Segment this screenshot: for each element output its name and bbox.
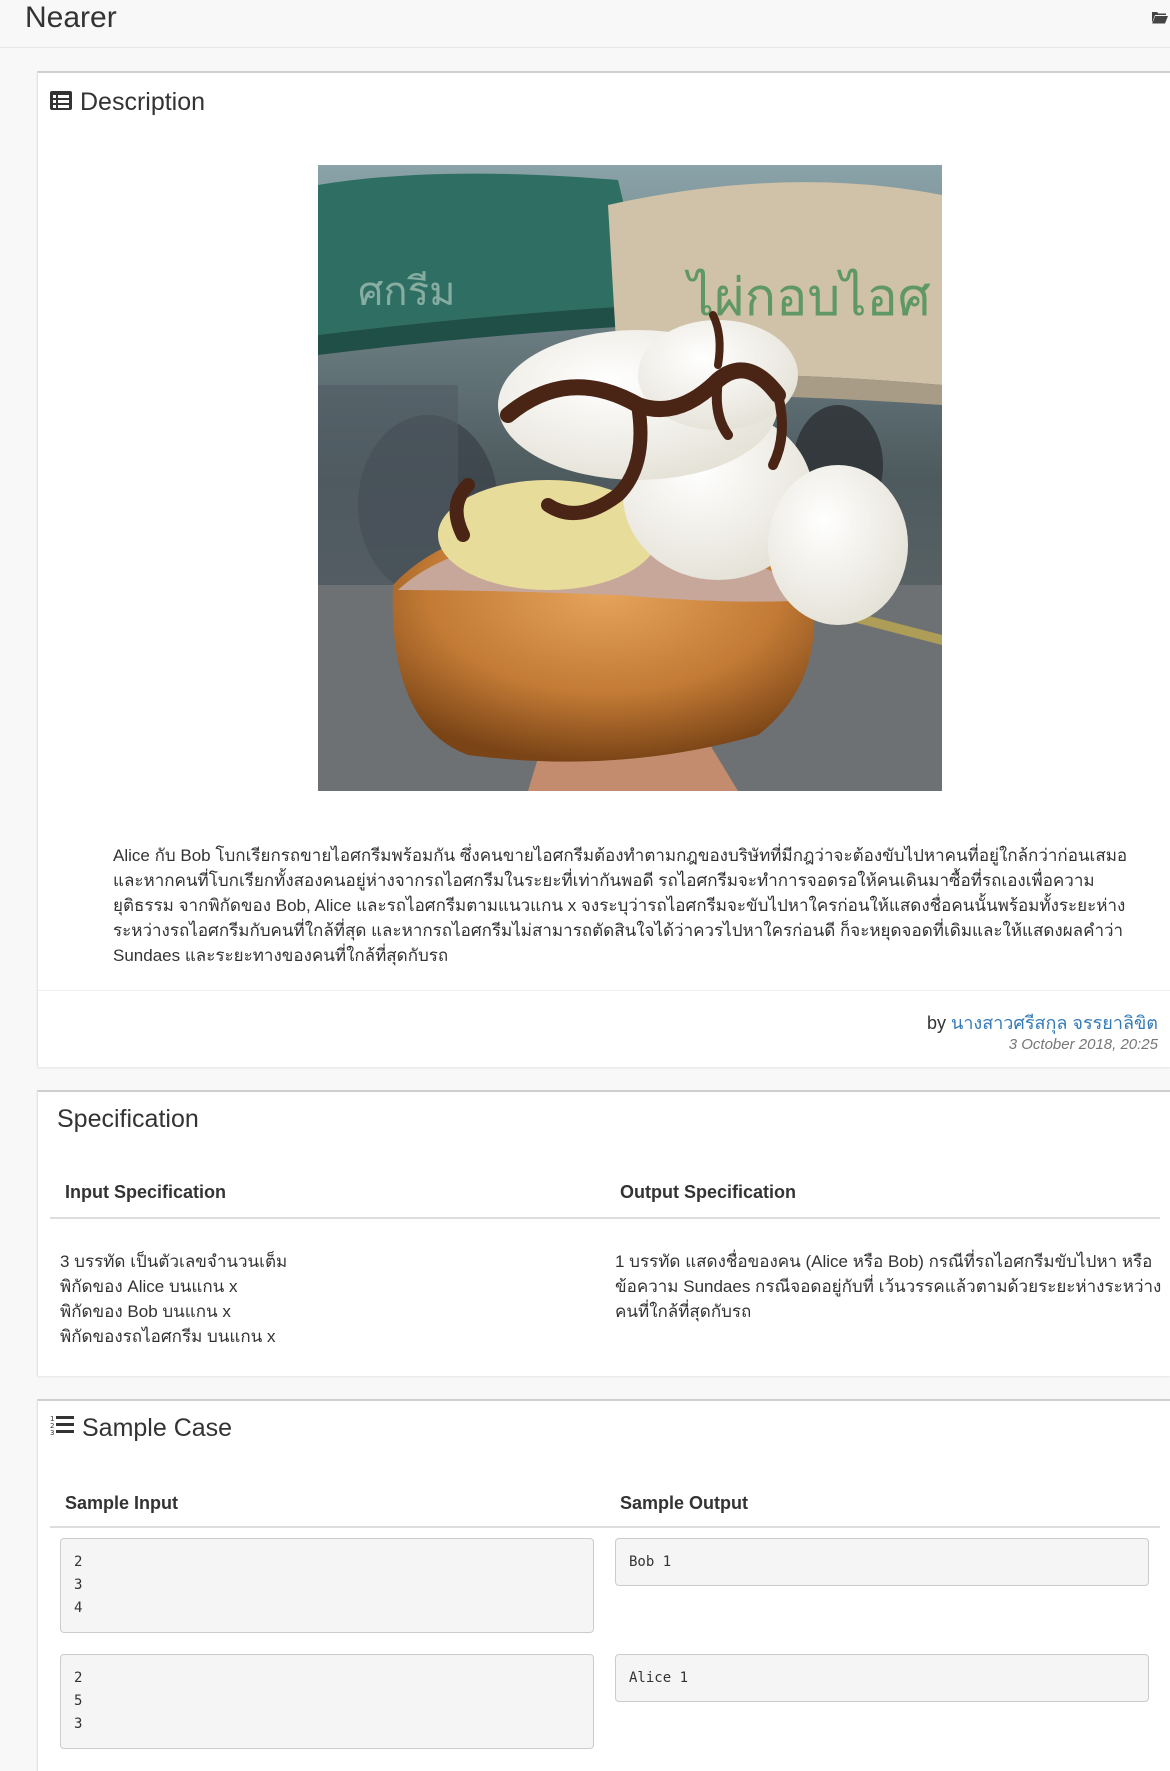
sample-case-panel: 1 2 3 Sample Case Sample Input Sample Ou… [37, 1399, 1170, 1771]
author-byline: by นางสาวศรีสกุล จรรยาลิขิต [927, 1008, 1158, 1037]
sample-input-line: 3 [74, 1577, 83, 1593]
top-bar: Nearer [0, 0, 1170, 48]
sample-output-line: Bob 1 [629, 1554, 672, 1570]
by-label: by [926, 1013, 946, 1033]
spec-header-rule [50, 1217, 1160, 1219]
sample-header-rule [50, 1526, 1160, 1528]
output-spec-line: คนที่ใกล้ที่สุดกับรถ [615, 1302, 752, 1321]
output-spec-line: 1 บรรทัด แสดงชื่อของคน (Alice หรือ Bob) … [615, 1252, 1153, 1271]
sample-input-header: Sample Input [65, 1493, 179, 1513]
ice-cream-sandwich-photo: ศกรีม ไผ่กอบไอศ [318, 165, 942, 791]
svg-text:3: 3 [50, 1429, 54, 1436]
input-spec-line: 3 บรรทัด เป็นตัวเลขจำนวนเต็ม [60, 1252, 288, 1271]
sample-input-line: 4 [74, 1600, 83, 1616]
problem-title: Nearer [25, 1, 117, 34]
sample-case-heading: 1 2 3 Sample Case [50, 1413, 232, 1443]
input-spec-header: Input Specification [65, 1182, 227, 1202]
output-spec-header: Output Specification [620, 1182, 797, 1202]
sample-input-line: 5 [74, 1693, 83, 1709]
sample-output-line: Alice 1 [629, 1670, 689, 1686]
svg-text:ศกรีม: ศกรีม [358, 269, 455, 315]
input-spec-line: พิกัดของ Alice บนแกน x [60, 1277, 238, 1296]
sample-input-line: 2 [74, 1670, 83, 1686]
list-ol-icon: 1 2 3 [50, 1413, 74, 1443]
specification-heading: Specification [57, 1104, 199, 1134]
timestamp: 3 October 2018, 20:25 [1008, 1036, 1158, 1053]
sample-input-box: 2 3 4 [60, 1538, 594, 1633]
description-panel: Description ศกรีม ไผ่กอบไอศ Alice กับ Bo… [37, 71, 1170, 1067]
output-spec-line: ข้อความ Sundaes กรณีจอดอยู่กับที่ เว้นวร… [615, 1277, 1162, 1296]
svg-text:ไผ่กอบไอศ: ไผ่กอบไอศ [684, 268, 931, 328]
input-spec-line: พิกัดของ Bob บนแกน x [60, 1302, 231, 1321]
input-spec-text: 3 บรรทัด เป็นตัวเลขจำนวนเต็ม พิกัดของ Al… [60, 1249, 287, 1349]
sample-input-box: 2 5 3 [60, 1654, 594, 1749]
sample-case-title: Sample Case [82, 1414, 233, 1442]
description-footer-divider [38, 990, 1170, 991]
sample-output-header: Sample Output [620, 1493, 749, 1513]
sample-input-line: 3 [74, 1716, 83, 1732]
description-title: Description [80, 88, 206, 116]
author-link[interactable]: นางสาวศรีสกุล จรรยาลิขิต [951, 1013, 1158, 1033]
sample-output-box: Bob 1 [615, 1538, 1149, 1586]
sample-output-box: Alice 1 [615, 1654, 1149, 1702]
description-heading: Description [50, 87, 205, 117]
folder-icon[interactable] [1152, 10, 1168, 28]
input-spec-line: พิกัดของรถไอศกรีม บนแกน x [60, 1327, 276, 1346]
specification-title: Specification [57, 1105, 199, 1133]
specification-panel: Specification Input Specification Output… [37, 1090, 1170, 1376]
output-spec-text: 1 บรรทัด แสดงชื่อของคน (Alice หรือ Bob) … [615, 1249, 1161, 1324]
sample-input-line: 2 [74, 1554, 83, 1570]
list-alt-icon [50, 87, 72, 117]
description-text: Alice กับ Bob โบกเรียกรถขายไอศกรีมพร้อมก… [113, 846, 1128, 965]
